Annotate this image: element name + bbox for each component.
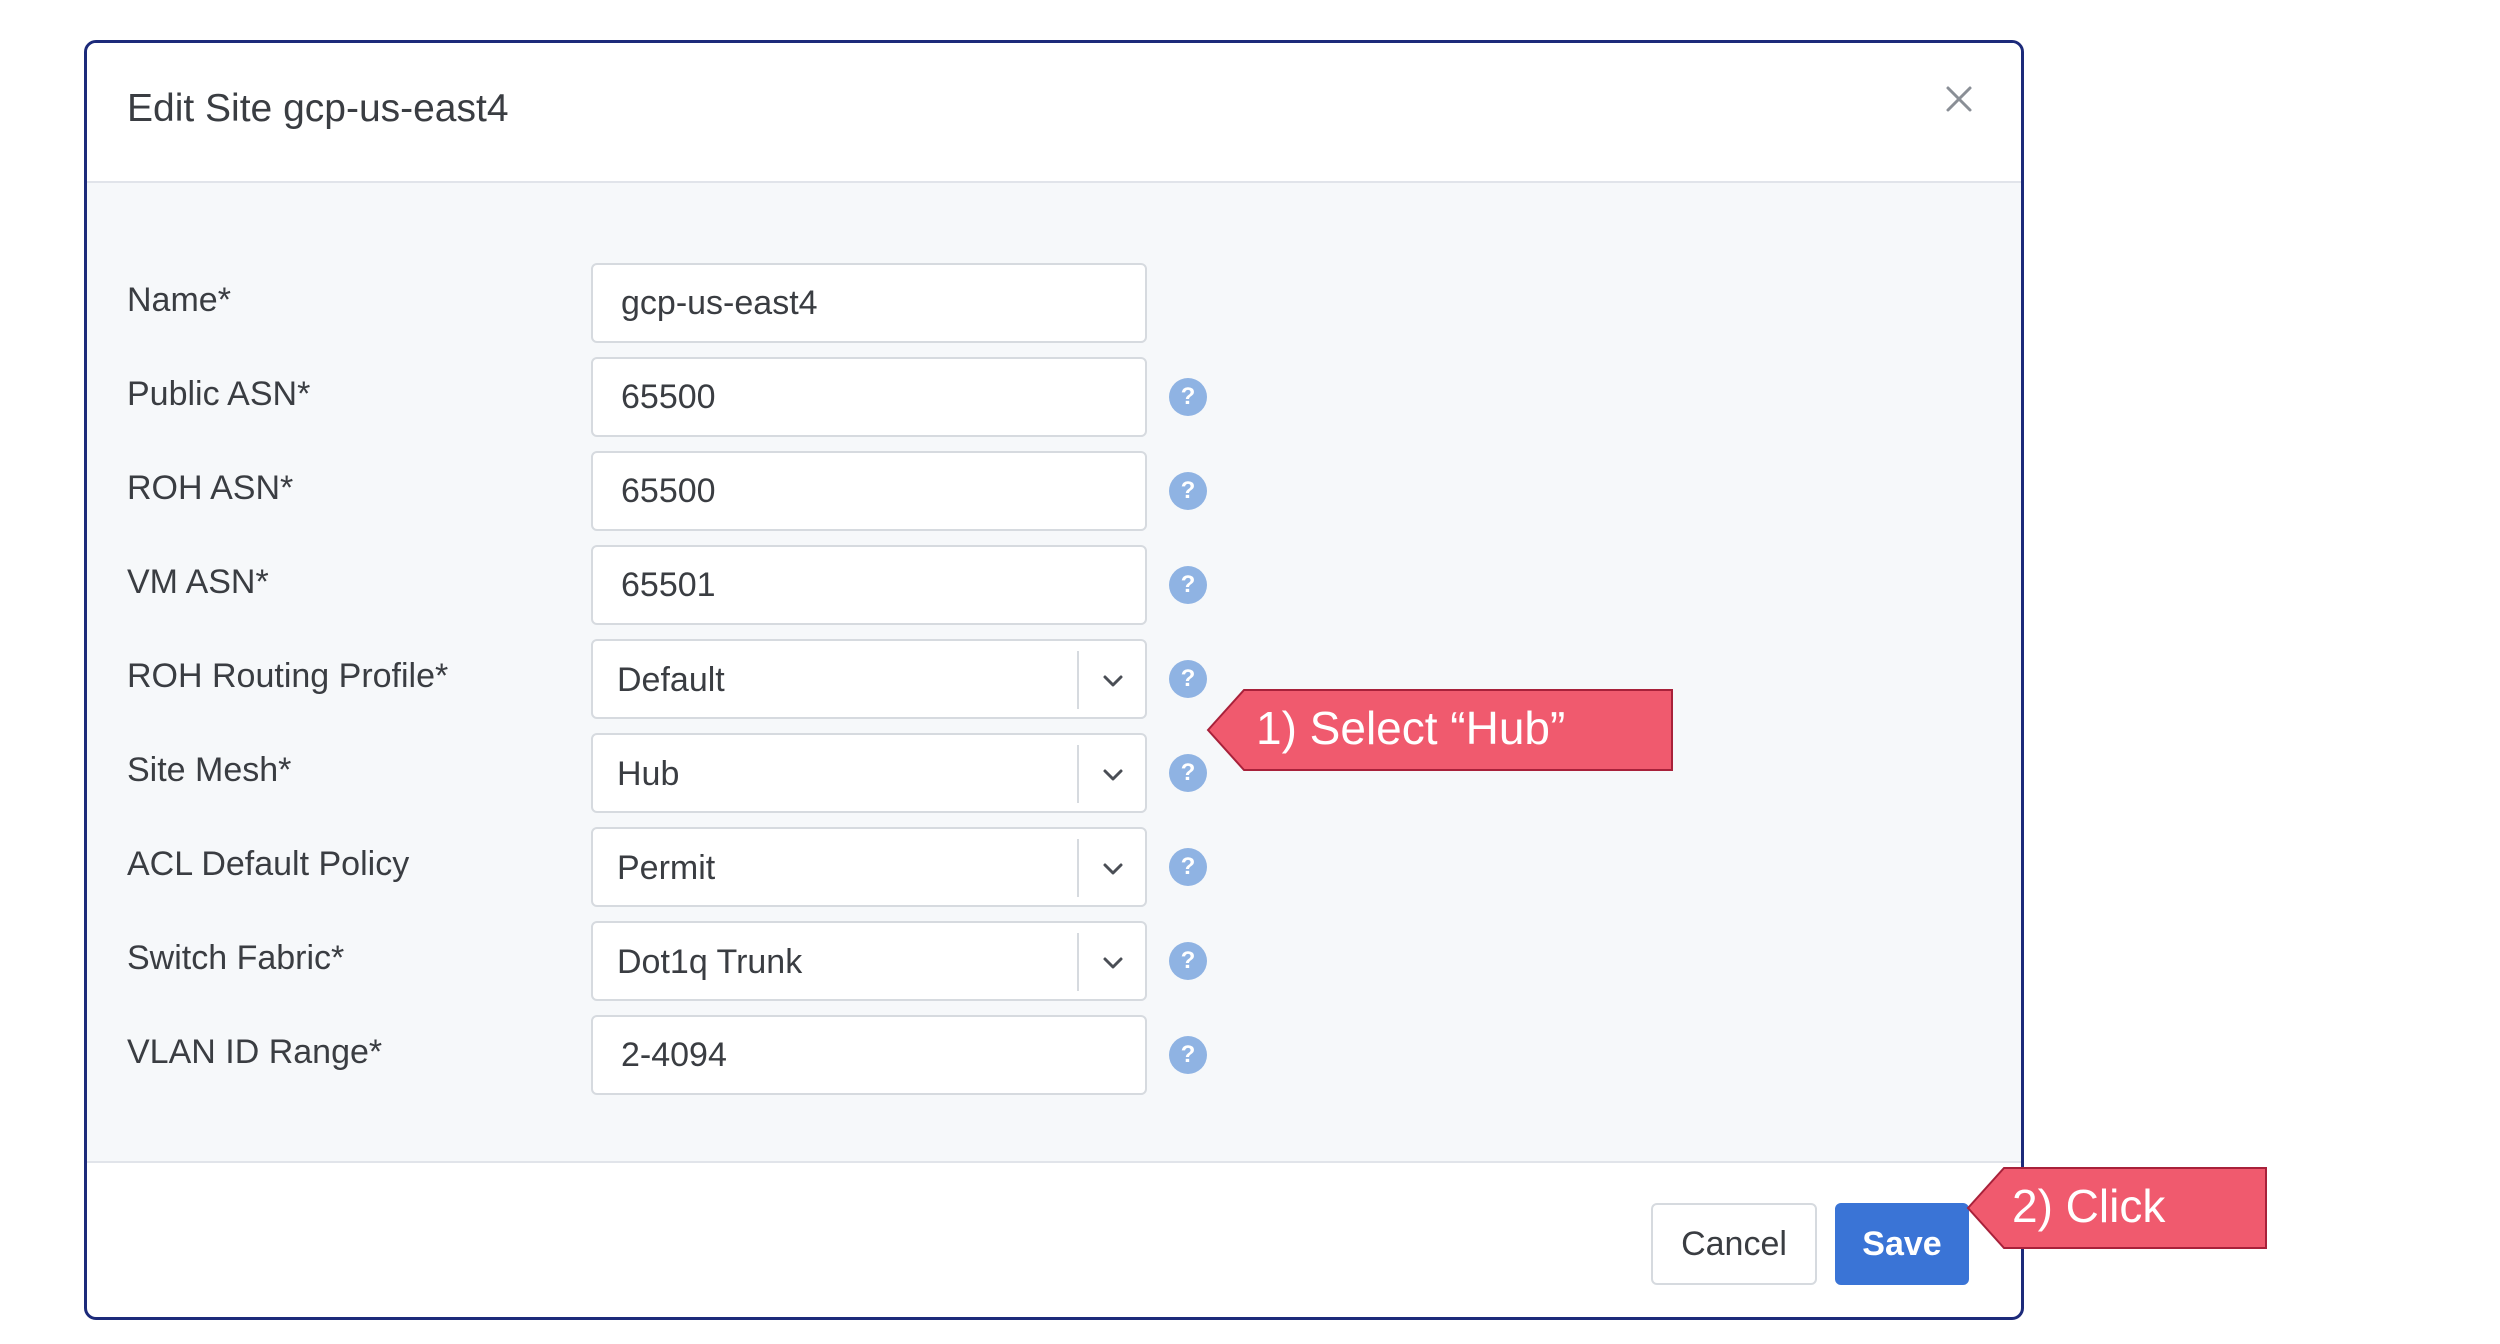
close-button[interactable] — [1929, 69, 1989, 129]
close-icon — [1946, 86, 1972, 112]
select-value: Hub — [617, 755, 680, 793]
help-icon[interactable]: ? — [1169, 566, 1207, 604]
roh-asn-row: ROH ASN* ? — [87, 451, 2021, 533]
vlan-id-range-row: VLAN ID Range* ? — [87, 1015, 2021, 1097]
dialog-title: Edit Site gcp-us-east4 — [127, 87, 509, 130]
annotation-click-save: 2) Click — [1966, 1166, 2268, 1250]
chevron-down-icon — [1103, 863, 1123, 875]
select-divider — [1077, 651, 1079, 709]
select-divider — [1077, 933, 1079, 991]
public-asn-row: Public ASN* ? — [87, 357, 2021, 439]
vm-asn-row: VM ASN* ? — [87, 545, 2021, 627]
switch-fabric-label: Switch Fabric* — [127, 939, 345, 977]
help-icon[interactable]: ? — [1169, 1036, 1207, 1074]
site-mesh-select[interactable]: Hub — [591, 733, 1147, 813]
roh-routing-profile-row: ROH Routing Profile* Default ? — [87, 639, 2021, 721]
select-value: Dot1q Trunk — [617, 943, 803, 981]
switch-fabric-select[interactable]: Dot1q Trunk — [591, 921, 1147, 1001]
vlan-id-range-label: VLAN ID Range* — [127, 1033, 383, 1071]
name-input[interactable] — [591, 263, 1147, 343]
chevron-down-icon — [1103, 957, 1123, 969]
annotation-step1-text: 1) Select “Hub” — [1256, 702, 1566, 754]
help-icon[interactable]: ? — [1169, 660, 1207, 698]
chevron-down-icon — [1103, 675, 1123, 687]
public-asn-input[interactable] — [591, 357, 1147, 437]
vm-asn-input[interactable] — [591, 545, 1147, 625]
acl-default-policy-row: ACL Default Policy Permit ? — [87, 827, 2021, 909]
edit-site-dialog: Edit Site gcp-us-east4 Name* Public ASN*… — [84, 40, 2024, 1320]
screen: Edit Site gcp-us-east4 Name* Public ASN*… — [0, 0, 2500, 1344]
select-value: Default — [617, 661, 725, 699]
select-value: Permit — [617, 849, 716, 887]
dialog-header: Edit Site gcp-us-east4 — [87, 43, 2021, 183]
acl-default-policy-select[interactable]: Permit — [591, 827, 1147, 907]
roh-routing-profile-label: ROH Routing Profile* — [127, 657, 449, 695]
help-icon[interactable]: ? — [1169, 754, 1207, 792]
help-icon[interactable]: ? — [1169, 848, 1207, 886]
acl-default-policy-label: ACL Default Policy — [127, 845, 410, 883]
help-icon[interactable]: ? — [1169, 472, 1207, 510]
site-mesh-row: Site Mesh* Hub ? — [87, 733, 2021, 815]
vlan-id-range-input[interactable] — [591, 1015, 1147, 1095]
site-mesh-label: Site Mesh* — [127, 751, 292, 789]
public-asn-label: Public ASN* — [127, 375, 311, 413]
select-divider — [1077, 839, 1079, 897]
chevron-down-icon — [1103, 769, 1123, 781]
name-row: Name* — [87, 263, 2021, 345]
help-icon[interactable]: ? — [1169, 378, 1207, 416]
dialog-body: Name* Public ASN* ? ROH ASN* ? VM ASN* ? — [87, 183, 2021, 1163]
annotation-step2-text: 2) Click — [2012, 1180, 2166, 1232]
annotation-select-hub: 1) Select “Hub” — [1206, 688, 1674, 772]
select-divider — [1077, 745, 1079, 803]
vm-asn-label: VM ASN* — [127, 563, 269, 601]
save-button[interactable]: Save — [1835, 1203, 1969, 1285]
cancel-button[interactable]: Cancel — [1651, 1203, 1817, 1285]
switch-fabric-row: Switch Fabric* Dot1q Trunk ? — [87, 921, 2021, 1003]
help-icon[interactable]: ? — [1169, 942, 1207, 980]
name-label: Name* — [127, 281, 231, 319]
roh-asn-input[interactable] — [591, 451, 1147, 531]
roh-routing-profile-select[interactable]: Default — [591, 639, 1147, 719]
roh-asn-label: ROH ASN* — [127, 469, 294, 507]
